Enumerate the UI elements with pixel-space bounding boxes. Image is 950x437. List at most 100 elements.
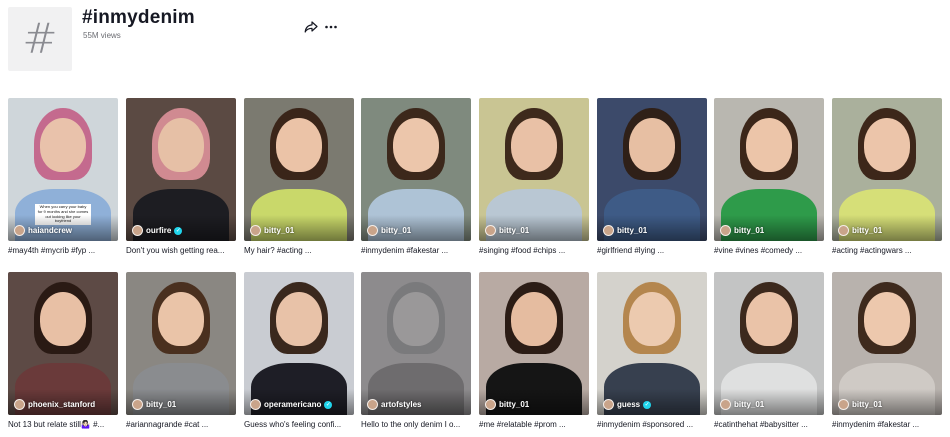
author-name[interactable]: bitty_01 <box>499 226 529 235</box>
video-author[interactable]: bitty_01 <box>485 225 529 236</box>
tag-header: # #inmydenim 55M views <box>8 7 338 73</box>
video-card[interactable]: guess ✓ #inmydenim #sponsored ... <box>597 272 707 429</box>
views-count: 55M views <box>83 31 121 40</box>
video-card[interactable]: bitty_01 #acting #actingwars ... <box>832 98 942 255</box>
video-author[interactable]: bitty_01 <box>838 399 882 410</box>
author-name[interactable]: artofstyles <box>381 400 421 409</box>
video-thumbnail[interactable]: bitty_01 <box>832 272 942 415</box>
video-thumbnail[interactable]: bitty_01 <box>832 98 942 241</box>
video-author[interactable]: ourfire ✓ <box>132 225 183 236</box>
video-caption[interactable]: #vine #vines #comedy ... <box>714 246 826 255</box>
video-card[interactable]: bitty_01 #inmydenim #fakestar ... <box>361 98 471 255</box>
avatar <box>132 399 143 410</box>
video-author[interactable]: phoenix_stanford <box>14 399 95 410</box>
video-caption[interactable]: Not 13 but relate still🤷🏻‍♀️ #... <box>8 420 120 429</box>
video-card[interactable]: operamericano ✓ Guess who's feeling confi.… <box>244 272 354 429</box>
video-card[interactable]: ourfire ✓ Don't you wish getting rea... <box>126 98 236 255</box>
video-card[interactable]: When you carry your baby for 9 months an… <box>8 98 118 255</box>
video-thumbnail[interactable]: ourfire ✓ <box>126 98 236 241</box>
thumbnail-figure-face <box>40 118 86 172</box>
thumbnail-figure-face <box>629 118 675 172</box>
video-caption[interactable]: #may4th #mycrib #fyp ... <box>8 246 120 255</box>
video-author[interactable]: bitty_01 <box>132 399 176 410</box>
video-card[interactable]: bitty_01 #me #relatable #prom ... <box>479 272 589 429</box>
author-name[interactable]: phoenix_stanford <box>28 400 95 409</box>
avatar <box>838 225 849 236</box>
share-button[interactable] <box>304 20 318 34</box>
avatar <box>132 225 143 236</box>
video-caption[interactable]: #inmydenim #fakestar ... <box>832 420 944 429</box>
video-card[interactable]: phoenix_stanford Not 13 but relate still🤷… <box>8 272 118 429</box>
video-caption[interactable]: Hello to the only denim I o... <box>361 420 473 429</box>
video-author[interactable]: operamericano ✓ <box>250 399 333 410</box>
video-author[interactable]: artofstyles <box>367 399 421 410</box>
video-thumbnail[interactable]: operamericano ✓ <box>244 272 354 415</box>
video-author[interactable]: bitty_01 <box>720 225 764 236</box>
video-card[interactable]: artofstyles Hello to the only denim I o..… <box>361 272 471 429</box>
video-author[interactable]: bitty_01 <box>250 225 294 236</box>
video-thumbnail[interactable]: artofstyles <box>361 272 471 415</box>
more-icon <box>325 25 337 29</box>
author-name[interactable]: ourfire <box>146 226 171 235</box>
author-name[interactable]: bitty_01 <box>264 226 294 235</box>
video-author[interactable]: bitty_01 <box>838 225 882 236</box>
video-caption[interactable]: #singing #food #chips ... <box>479 246 591 255</box>
video-caption[interactable]: #acting #actingwars ... <box>832 246 944 255</box>
video-thumbnail[interactable]: bitty_01 <box>597 98 707 241</box>
video-caption[interactable]: #inmydenim #sponsored ... <box>597 420 709 429</box>
video-thumbnail[interactable]: bitty_01 <box>479 272 589 415</box>
more-options-button[interactable] <box>324 20 338 34</box>
author-name[interactable]: bitty_01 <box>381 226 411 235</box>
video-author[interactable]: bitty_01 <box>367 225 411 236</box>
author-name[interactable]: bitty_01 <box>852 400 882 409</box>
video-thumbnail[interactable]: bitty_01 <box>714 272 824 415</box>
video-author[interactable]: haiandcrew <box>14 225 72 236</box>
author-name[interactable]: bitty_01 <box>617 226 647 235</box>
video-author[interactable]: bitty_01 <box>603 225 647 236</box>
hashtag-thumbnail: # <box>8 7 72 71</box>
video-card[interactable]: bitty_01 #catinthehat #babysitter ... <box>714 272 824 429</box>
author-name[interactable]: bitty_01 <box>499 400 529 409</box>
video-caption[interactable]: #me #relatable #prom ... <box>479 420 591 429</box>
avatar <box>367 225 378 236</box>
thumbnail-figure-face <box>629 292 675 346</box>
video-caption[interactable]: #inmydenim #fakestar ... <box>361 246 473 255</box>
author-name[interactable]: bitty_01 <box>852 226 882 235</box>
video-author[interactable]: bitty_01 <box>720 399 764 410</box>
video-card[interactable]: bitty_01 #singing #food #chips ... <box>479 98 589 255</box>
video-caption[interactable]: #ariannagrande #cat ... <box>126 420 238 429</box>
author-name[interactable]: bitty_01 <box>146 400 176 409</box>
video-author[interactable]: guess ✓ <box>603 399 652 410</box>
video-card[interactable]: bitty_01 #inmydenim #fakestar ... <box>832 272 942 429</box>
video-thumbnail[interactable]: guess ✓ <box>597 272 707 415</box>
author-name[interactable]: guess <box>617 400 640 409</box>
thumbnail-figure-face <box>746 292 792 346</box>
avatar <box>485 399 496 410</box>
video-thumbnail[interactable]: bitty_01 <box>126 272 236 415</box>
video-caption[interactable]: My hair? #acting ... <box>244 246 356 255</box>
video-thumbnail[interactable]: bitty_01 <box>479 98 589 241</box>
video-caption[interactable]: #girlfriend #lying ... <box>597 246 709 255</box>
video-thumbnail[interactable]: bitty_01 <box>361 98 471 241</box>
video-caption[interactable]: Don't you wish getting rea... <box>126 246 238 255</box>
video-thumbnail[interactable]: bitty_01 <box>244 98 354 241</box>
avatar <box>14 225 25 236</box>
video-thumbnail[interactable]: When you carry your baby for 9 months an… <box>8 98 118 241</box>
video-card[interactable]: bitty_01 My hair? #acting ... <box>244 98 354 255</box>
thumbnail-figure-face <box>393 292 439 346</box>
thumbnail-figure-face <box>158 292 204 346</box>
hash-icon: # <box>22 14 58 63</box>
video-card[interactable]: bitty_01 #ariannagrande #cat ... <box>126 272 236 429</box>
author-name[interactable]: haiandcrew <box>28 226 72 235</box>
author-name[interactable]: bitty_01 <box>734 226 764 235</box>
video-thumbnail[interactable]: phoenix_stanford <box>8 272 118 415</box>
avatar <box>250 399 261 410</box>
video-author[interactable]: bitty_01 <box>485 399 529 410</box>
video-thumbnail[interactable]: bitty_01 <box>714 98 824 241</box>
video-card[interactable]: bitty_01 #vine #vines #comedy ... <box>714 98 824 255</box>
video-caption[interactable]: #catinthehat #babysitter ... <box>714 420 826 429</box>
author-name[interactable]: bitty_01 <box>734 400 764 409</box>
author-name[interactable]: operamericano <box>264 400 321 409</box>
video-card[interactable]: bitty_01 #girlfriend #lying ... <box>597 98 707 255</box>
video-caption[interactable]: Guess who's feeling confi... <box>244 420 356 429</box>
